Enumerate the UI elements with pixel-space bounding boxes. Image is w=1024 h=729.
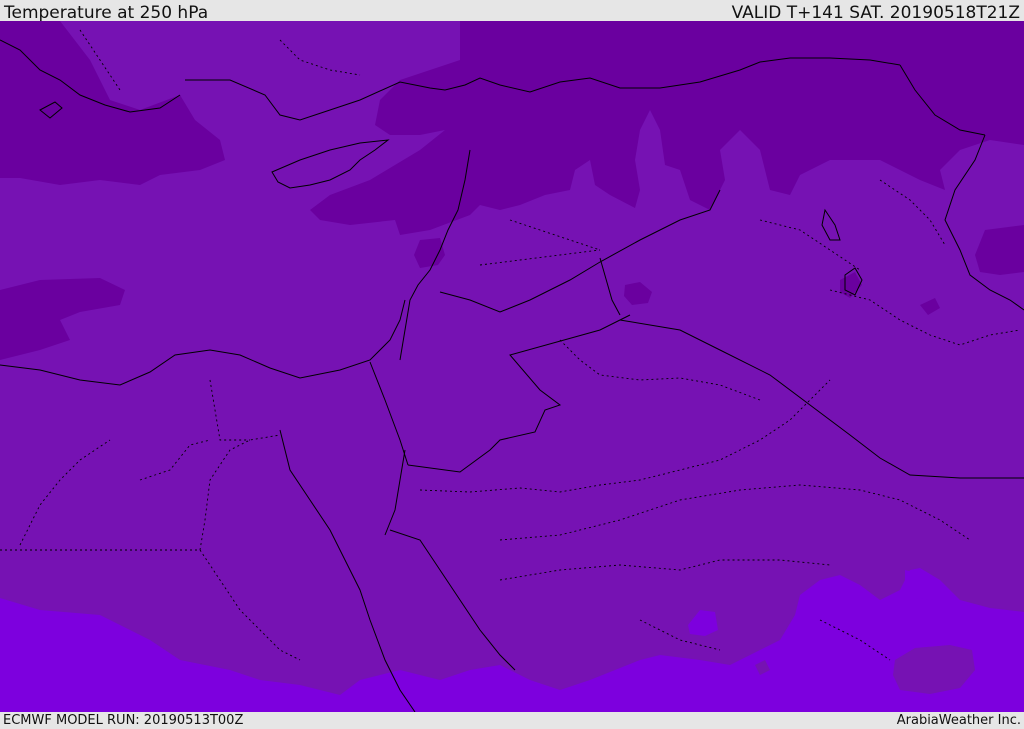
model-run-label: ECMWF MODEL RUN: 20190513T00Z xyxy=(3,713,244,728)
temperature-map xyxy=(0,21,1024,712)
map-panel xyxy=(0,21,1024,712)
credit-label: ArabiaWeather Inc. xyxy=(896,713,1021,728)
valid-time-label: VALID T+141 SAT. 20190518T21Z xyxy=(731,3,1020,23)
map-title: Temperature at 250 hPa xyxy=(4,3,209,23)
footer-bar: ECMWF MODEL RUN: 20190513T00Z ArabiaWeat… xyxy=(0,712,1024,729)
header-bar: Temperature at 250 hPa VALID T+141 SAT. … xyxy=(0,0,1024,23)
